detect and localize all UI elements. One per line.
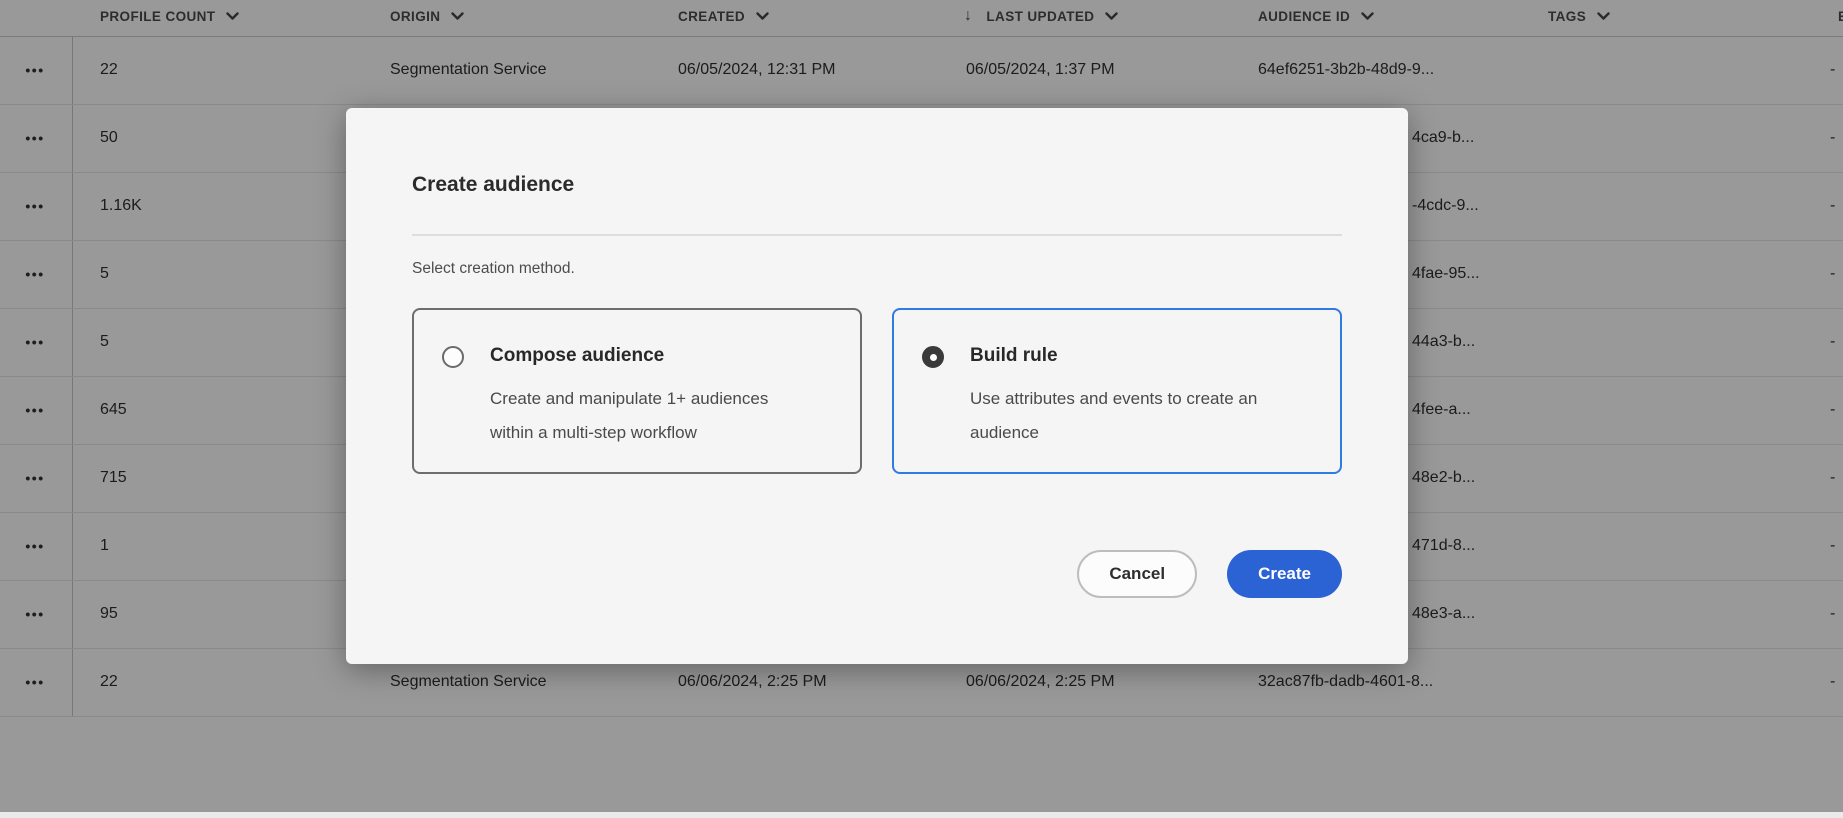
option-card-build-rule[interactable]: Build rule Use attributes and events to …	[892, 308, 1342, 474]
create-audience-dialog: Create audience Select creation method. …	[346, 108, 1408, 664]
radio-dot	[929, 353, 937, 361]
bottom-edge-strip	[0, 812, 1843, 818]
cancel-button[interactable]: Cancel	[1077, 550, 1198, 598]
option-description: Use attributes and events to create an a…	[970, 389, 1258, 442]
radio-unselected-icon[interactable]	[442, 346, 464, 368]
dialog-actions: Cancel Create	[1077, 550, 1342, 598]
dialog-title: Create audience	[412, 173, 575, 196]
option-title: Build rule	[970, 345, 1058, 366]
creation-method-options: Compose audience Create and manipulate 1…	[412, 308, 1342, 474]
create-button[interactable]: Create	[1227, 550, 1342, 598]
dialog-subtitle: Select creation method.	[412, 260, 575, 277]
option-text: Compose audience Create and manipulate 1…	[490, 344, 805, 450]
option-title: Compose audience	[490, 345, 665, 366]
radio-selected-icon[interactable]	[922, 346, 944, 368]
option-text: Build rule Use attributes and events to …	[970, 344, 1285, 450]
option-card-compose-audience[interactable]: Compose audience Create and manipulate 1…	[412, 308, 862, 474]
option-description: Create and manipulate 1+ audiences withi…	[490, 389, 769, 442]
dialog-divider	[412, 234, 1342, 236]
